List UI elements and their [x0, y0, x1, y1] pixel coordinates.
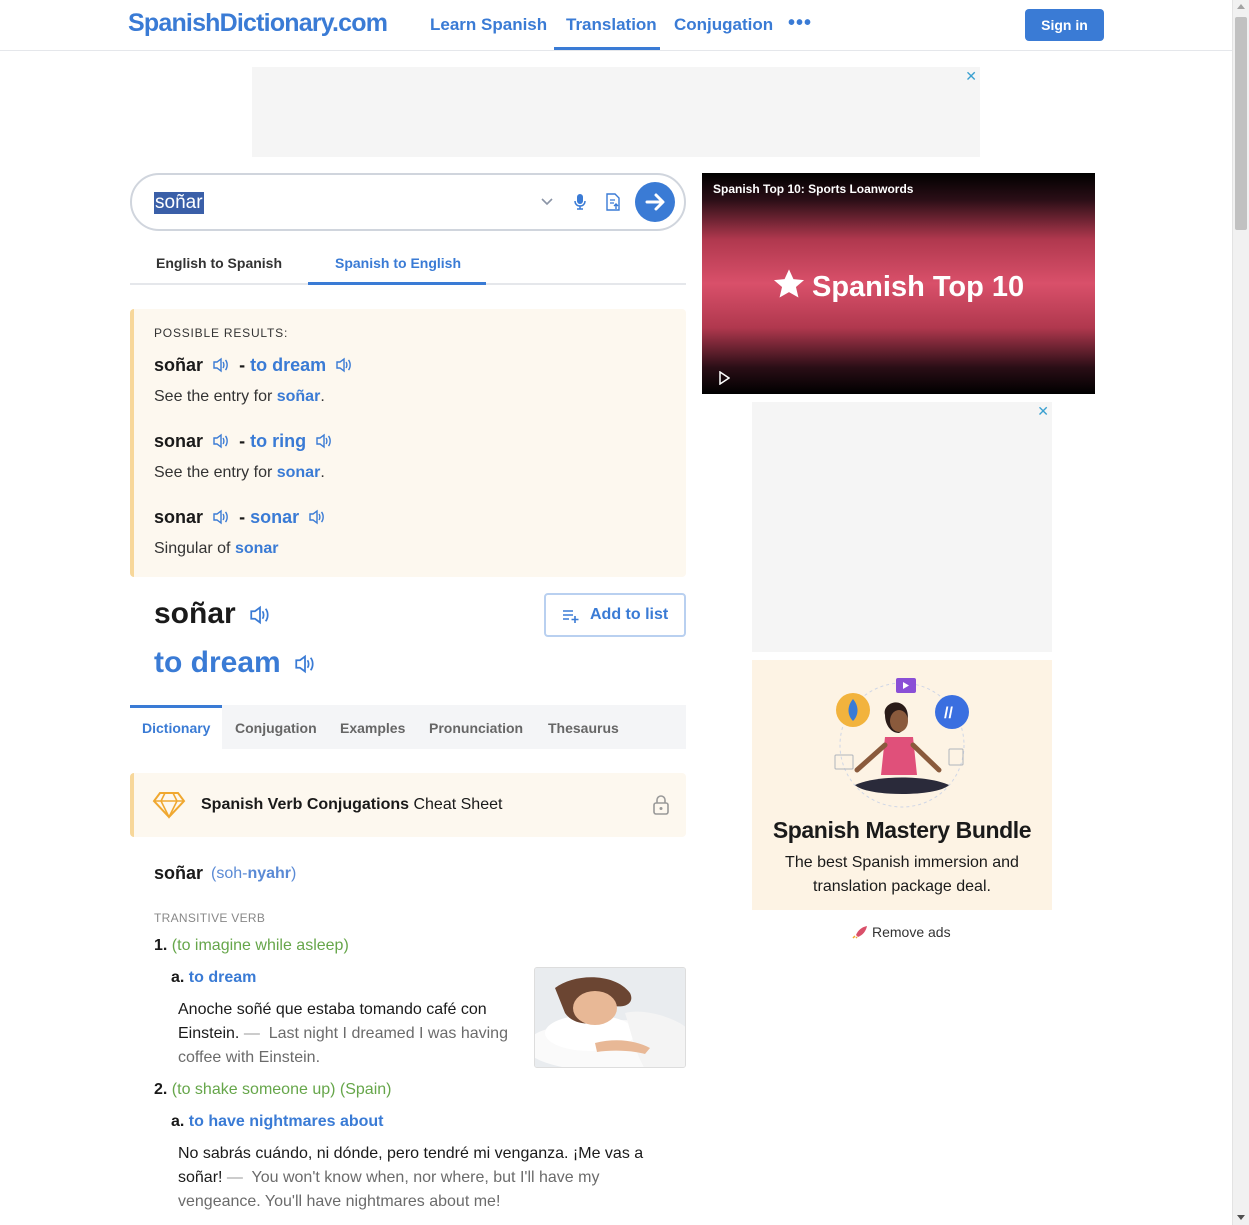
nav-conjugation[interactable]: Conjugation — [674, 15, 773, 35]
sense-translation[interactable]: to have nightmares about — [189, 1113, 384, 1130]
example-sentence: Anoche soñé que estaba tomando café con … — [178, 1001, 508, 1066]
tab-pronunciation[interactable]: Pronunciation — [429, 720, 523, 736]
play-icon[interactable] — [718, 371, 730, 385]
arrow-right-icon — [645, 193, 665, 211]
headword-translation: to dream — [154, 646, 321, 680]
speaker-icon[interactable] — [335, 357, 353, 373]
nav-active-indicator — [554, 47, 660, 50]
sign-in-button[interactable]: Sign in — [1025, 9, 1104, 41]
result-note: See the entry for sonar. — [154, 464, 325, 481]
translation-direction-tabs: English to Spanish Spanish to English — [130, 245, 686, 285]
result-separator: - — [239, 431, 246, 451]
add-to-list-button[interactable]: Add to list — [544, 593, 686, 637]
result-item: sonar - to ring — [154, 431, 337, 452]
video-brand: Spanish Top 10 — [772, 268, 1024, 304]
result-item: sonar - sonar — [154, 507, 330, 528]
sense-translation[interactable]: to dream — [189, 969, 257, 986]
sense-2a: a. to have nightmares about — [171, 1113, 384, 1130]
headword-text: soñar — [154, 597, 236, 630]
top-banner-ad[interactable]: ✕ — [252, 67, 980, 157]
page-scrollbar[interactable] — [1232, 0, 1249, 1225]
tab-thesaurus[interactable]: Thesaurus — [548, 720, 619, 736]
speaker-icon[interactable] — [212, 357, 230, 373]
possible-results-label: POSSIBLE RESULTS: — [154, 326, 289, 340]
add-list-icon — [563, 610, 579, 623]
sleeping-woman-image — [534, 967, 686, 1068]
side-ad[interactable]: ✕ — [752, 402, 1052, 652]
bundle-subtitle: The best Spanish immersion and translatio… — [785, 854, 1019, 895]
part-of-speech: TRANSITIVE VERB — [154, 911, 266, 925]
more-menu-icon[interactable]: ••• — [788, 12, 812, 35]
result-word[interactable]: sonar — [154, 431, 203, 451]
result-note-link[interactable]: sonar — [277, 464, 321, 481]
entry-headword: soñar — [154, 863, 204, 883]
diamond-icon — [152, 792, 186, 819]
headword-translation-text[interactable]: to dream — [154, 646, 281, 679]
rocket-icon — [852, 926, 867, 939]
result-translation[interactable]: to ring — [250, 431, 306, 451]
tab-conjugation[interactable]: Conjugation — [235, 720, 317, 736]
result-word[interactable]: sonar — [154, 507, 203, 527]
nav-translation[interactable]: Translation — [566, 15, 657, 35]
ad-close-icon[interactable]: ✕ — [965, 68, 977, 85]
ad-close-icon[interactable]: ✕ — [1037, 403, 1049, 420]
site-logo[interactable]: SpanishDictionary.com — [128, 9, 388, 38]
result-translation[interactable]: to dream — [250, 355, 326, 375]
result-word[interactable]: soñar — [154, 355, 203, 375]
headword: soñar — [154, 597, 276, 631]
nav-learn-spanish[interactable]: Learn Spanish — [430, 15, 547, 35]
video-title: Spanish Top 10: Sports Loanwords — [713, 182, 914, 196]
tab-dictionary[interactable]: Dictionary — [142, 720, 210, 736]
sense-1a: a. to dream — [171, 969, 257, 986]
speaker-icon[interactable] — [212, 433, 230, 449]
cheat-sheet-title: Spanish Verb Conjugations Cheat Sheet — [201, 796, 503, 813]
sense-2: 2. (to shake someone up) (Spain) — [154, 1081, 392, 1098]
direction-active-indicator — [308, 282, 486, 285]
example-sentence: No sabrás cuándo, ni dónde, pero tendré … — [178, 1145, 644, 1210]
sense-context: (to shake someone up) (Spain) — [171, 1081, 392, 1098]
lock-icon — [653, 795, 669, 815]
result-note: See the entry for soñar. — [154, 388, 325, 405]
video-player[interactable]: Spanish Top 10: Sports Loanwords Spanish… — [702, 173, 1095, 394]
document-upload-icon[interactable] — [605, 193, 621, 211]
result-translation[interactable]: sonar — [250, 507, 299, 527]
speaker-icon[interactable] — [248, 605, 272, 625]
bundle-title: Spanish Mastery Bundle — [772, 817, 1032, 843]
speaker-icon[interactable] — [293, 654, 317, 674]
result-note-link[interactable]: soñar — [277, 388, 321, 405]
tab-examples[interactable]: Examples — [340, 720, 405, 736]
tab-spanish-to-english[interactable]: Spanish to English — [335, 255, 461, 271]
result-note: Singular of sonar — [154, 540, 279, 557]
tab-english-to-spanish[interactable]: English to Spanish — [156, 255, 282, 271]
search-input[interactable]: soñar — [154, 192, 204, 214]
sense-context: (to imagine while asleep) — [171, 937, 349, 954]
scroll-down-icon[interactable] — [1237, 1215, 1245, 1220]
speaker-icon[interactable] — [308, 509, 326, 525]
sense-1: 1. (to imagine while asleep) — [154, 937, 349, 954]
entry-pronunciation[interactable]: (soh-nyahr) — [211, 865, 296, 883]
speaker-icon[interactable] — [212, 509, 230, 525]
remove-ads-link[interactable]: Remove ads — [852, 924, 951, 940]
meditation-illustration: // — [834, 678, 969, 808]
possible-results-box: POSSIBLE RESULTS: soñar - to dream See t… — [130, 309, 686, 577]
cheat-sheet-banner[interactable]: Spanish Verb Conjugations Cheat Sheet — [130, 773, 686, 837]
remove-ads-label: Remove ads — [872, 924, 951, 940]
result-note-link[interactable]: sonar — [235, 540, 279, 557]
result-separator: - — [239, 507, 246, 527]
add-to-list-label: Add to list — [590, 606, 669, 623]
star-icon — [773, 269, 805, 298]
mastery-bundle-ad[interactable]: // Spanish Mastery Bundle The best Spani… — [752, 660, 1052, 910]
content-tabs: Dictionary Conjugation Examples Pronunci… — [130, 705, 686, 749]
site-header: SpanishDictionary.com Learn Spanish Tran… — [0, 0, 1232, 51]
scroll-up-icon[interactable] — [1237, 4, 1245, 9]
chevron-down-icon[interactable] — [539, 193, 555, 209]
search-submit-button[interactable] — [635, 182, 675, 222]
search-box[interactable]: soñar — [130, 173, 686, 231]
result-item: soñar - to dream — [154, 355, 357, 376]
result-separator: - — [239, 355, 246, 375]
scroll-thumb[interactable] — [1235, 17, 1247, 230]
microphone-icon[interactable] — [573, 193, 587, 211]
svg-text://: // — [944, 705, 953, 722]
speaker-icon[interactable] — [315, 433, 333, 449]
